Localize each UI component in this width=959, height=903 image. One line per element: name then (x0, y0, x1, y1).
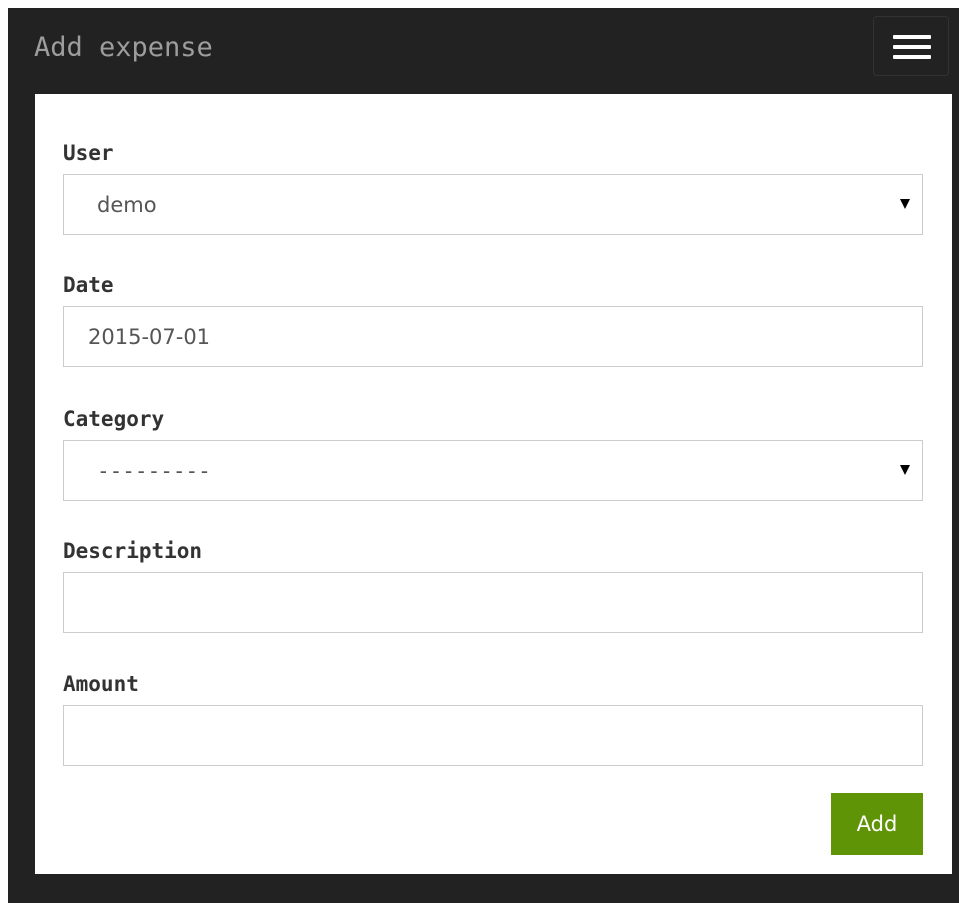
add-button[interactable]: Add (831, 793, 923, 855)
amount-label: Amount (63, 672, 139, 696)
navbar: Add expense (8, 8, 959, 94)
category-label: Category (63, 407, 165, 431)
date-input[interactable]: 2015-07-01 (63, 306, 923, 367)
category-select-value: --------- (97, 459, 211, 483)
app-frame: Add expense User demo Date 2015-07-01 Ca… (8, 8, 959, 903)
expense-form: User demo Date 2015-07-01 Category -----… (35, 94, 952, 874)
menu-toggle-button[interactable] (873, 16, 949, 76)
amount-input[interactable] (63, 705, 923, 766)
user-label: User (63, 141, 114, 165)
description-input[interactable] (63, 572, 923, 633)
dropdown-caret-icon (900, 199, 910, 209)
category-select[interactable]: --------- (63, 440, 923, 501)
user-select-value: demo (97, 193, 157, 217)
description-label: Description (63, 539, 203, 563)
date-input-value: 2015-07-01 (88, 325, 211, 349)
date-label: Date (63, 273, 114, 297)
user-select[interactable]: demo (63, 174, 923, 235)
dropdown-caret-icon (900, 465, 910, 475)
page-title: Add expense (34, 32, 213, 63)
